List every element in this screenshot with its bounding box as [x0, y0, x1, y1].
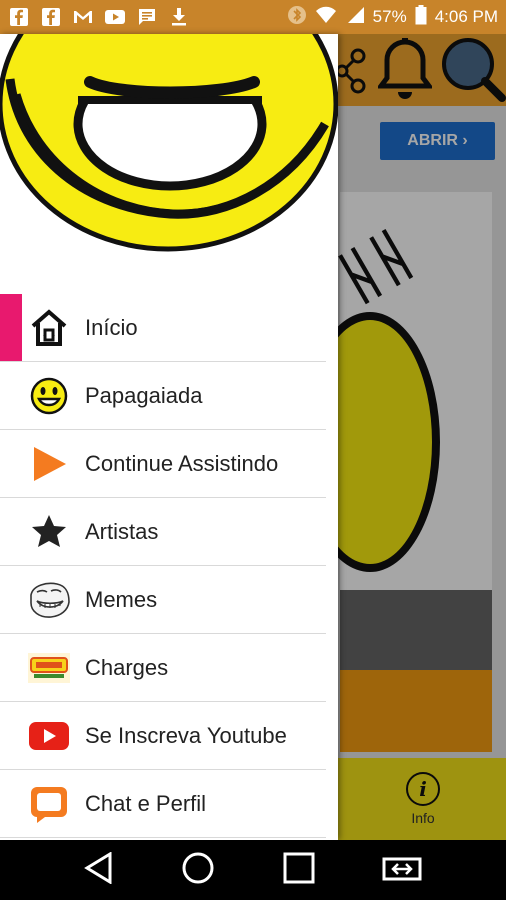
menu-label: Continue Assistindo [85, 450, 279, 476]
navigation-drawer: Início Papagaiada Continue Assistindo Ar… [0, 34, 338, 840]
charges-logo-icon [27, 646, 71, 690]
wifi-icon [315, 6, 337, 29]
menu-label: Artistas [85, 518, 159, 544]
drawer-menu: Início Papagaiada Continue Assistindo Ar… [0, 294, 338, 838]
back-icon[interactable] [83, 850, 114, 889]
menu-item-artistas[interactable]: Artistas [0, 498, 326, 566]
menu-label: Chat e Perfil [85, 790, 207, 816]
home-button-icon[interactable] [181, 851, 215, 890]
system-indicators: 57% 4:06 PM [287, 4, 498, 30]
clock: 4:06 PM [434, 7, 498, 26]
message-icon [136, 7, 158, 27]
menu-item-chat-perfil[interactable]: Chat e Perfil [0, 770, 326, 838]
menu-item-inicio[interactable]: Início [0, 294, 326, 362]
status-bar: 57% 4:06 PM [0, 0, 506, 34]
battery-icon [415, 4, 427, 30]
menu-label: Se Inscreva Youtube [85, 722, 287, 748]
play-icon [27, 442, 71, 486]
menu-label: Início [85, 314, 138, 340]
menu-item-continue-assistindo[interactable]: Continue Assistindo [0, 430, 326, 498]
screen-rotate-icon[interactable] [382, 853, 422, 888]
download-icon [168, 7, 190, 27]
battery-percent: 57% [372, 7, 407, 26]
recents-icon[interactable] [283, 852, 315, 889]
notification-icons [8, 7, 190, 27]
menu-label: Papagaiada [85, 382, 203, 408]
troll-face-icon [27, 578, 71, 622]
home-icon [27, 306, 71, 350]
menu-label: Charges [85, 654, 169, 680]
active-indicator [0, 294, 22, 361]
chat-icon [27, 782, 71, 826]
smiley-logo-icon [0, 34, 338, 252]
signal-icon [345, 6, 365, 29]
menu-label: Memes [85, 586, 158, 612]
bluetooth-icon [287, 5, 307, 30]
youtube-icon [27, 714, 71, 758]
facebook-icon [8, 7, 30, 27]
system-navigation-bar [0, 840, 506, 900]
menu-item-charges[interactable]: Charges [0, 634, 326, 702]
menu-item-youtube[interactable]: Se Inscreva Youtube [0, 702, 326, 770]
menu-item-papagaiada[interactable]: Papagaiada [0, 362, 326, 430]
facebook-icon [40, 7, 62, 27]
drawer-header [0, 34, 338, 292]
youtube-icon [104, 7, 126, 27]
menu-item-memes[interactable]: Memes [0, 566, 326, 634]
star-icon [27, 510, 71, 554]
smiley-icon [27, 374, 71, 418]
gmail-icon [72, 7, 94, 27]
